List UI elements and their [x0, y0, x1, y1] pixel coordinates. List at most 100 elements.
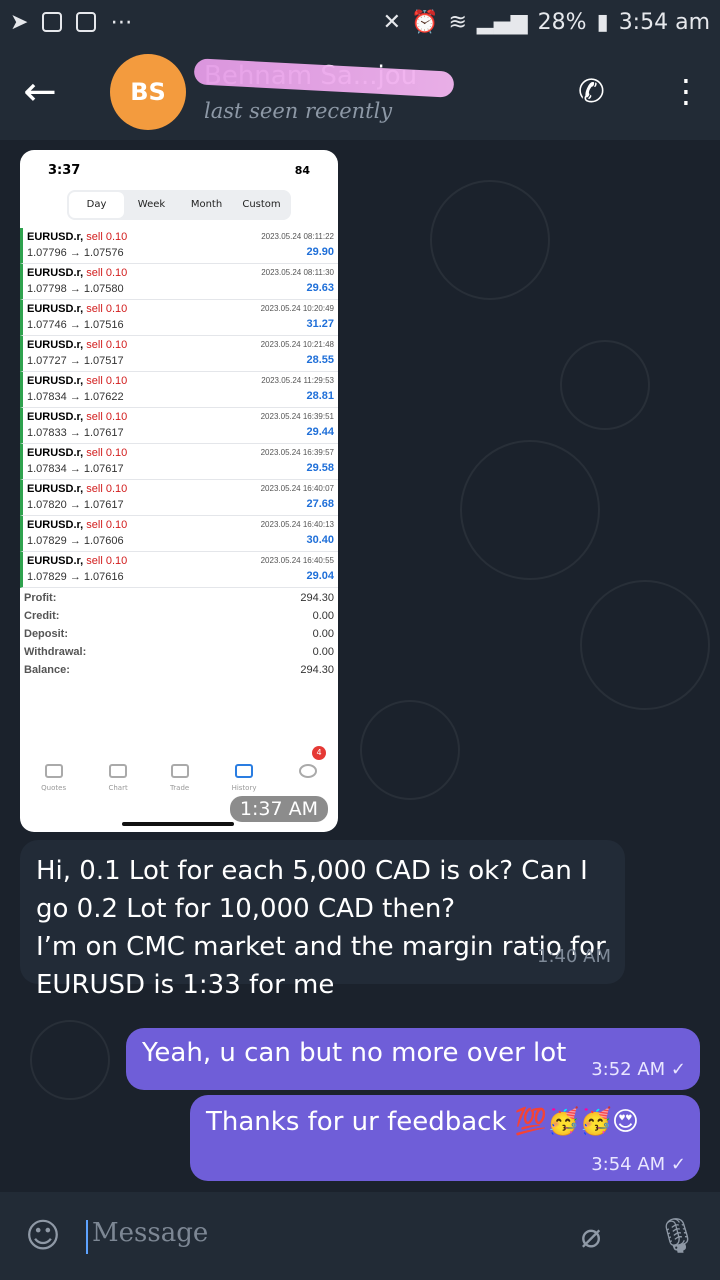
- message-input[interactable]: Message: [86, 1218, 548, 1254]
- trade-profit: 31.27: [306, 318, 334, 330]
- trade-date: 2023.05.24 11:29:53: [261, 376, 334, 385]
- trade-row: EURUSD.r, sell 0.10 1.07834 → 1.07617 2023…: [20, 444, 338, 480]
- camera-icon: [76, 12, 97, 32]
- trade-prices: 1.07833 → 1.07617: [27, 427, 124, 439]
- trade-row: EURUSD.r, sell 0.10 1.07829 → 1.07616 2023…: [20, 552, 338, 588]
- outgoing-message-text: Yeah, u can but no more over lot: [142, 1038, 567, 1068]
- account-summary: Profit: 294.30 Credit: 0.00 Deposit: 0.00 With…: [20, 588, 338, 686]
- tab-custom: Custom: [242, 199, 281, 210]
- trade-profit: 29.63: [306, 282, 334, 294]
- settings-badge: 4: [312, 746, 326, 760]
- incoming-message[interactable]: Hi, 0.1 Lot for each 5,000 CAD is ok? Ca…: [20, 840, 625, 1000]
- chat-header: ← BS Behnam Sa...jou last seen recently: [0, 44, 720, 140]
- trade-row: EURUSD.r, sell 0.10 1.07746 → 1.07516 2023…: [20, 300, 338, 336]
- trade-symbol: EURUSD.r, sell 0.10: [27, 519, 128, 531]
- telegram-icon: ➤: [10, 9, 29, 35]
- status-bar: ➤ ⋯ ✕ ⏰ ≋ ▂▄▆ 28% ▮ 3:54 am: [0, 0, 720, 44]
- summary-row: Credit: 0.00: [24, 610, 334, 622]
- trade-symbol: EURUSD.r, sell 0.10: [27, 447, 128, 459]
- trade-prices: 1.07796 → 1.07576: [27, 247, 124, 259]
- trade-symbol: EURUSD.r, sell 0.10: [27, 267, 128, 279]
- settings-tab: [298, 764, 317, 792]
- trade-symbol: EURUSD.r, sell 0.10: [27, 483, 128, 495]
- trade-prices: 1.07820 → 1.07617: [27, 499, 124, 511]
- chat-area[interactable]: 3:37 84 Day Week Month Custom EURUSD.r, …: [0, 140, 720, 1192]
- trade-symbol: EURUSD.r, sell 0.10: [27, 411, 128, 423]
- outgoing-message-time: 3:54 AM ✓: [591, 1154, 686, 1175]
- trade-prices: 1.07834 → 1.07617: [27, 463, 124, 475]
- period-tabs: Day Week Month Custom: [67, 190, 291, 220]
- summary-row: Deposit: 0.00: [24, 628, 334, 640]
- more-menu-icon[interactable]: ⋮: [670, 72, 702, 110]
- photo-timestamp: 1:37 AM: [229, 796, 328, 822]
- photo-status-time: 3:37: [48, 162, 81, 178]
- contact-name: Behnam Sa...jou: [193, 58, 534, 98]
- summary-row: Withdrawal: 0.00: [24, 646, 334, 658]
- trade-row: EURUSD.r, sell 0.10 1.07834 → 1.07622 2023…: [20, 372, 338, 408]
- trade-date: 2023.05.24 10:20:49: [260, 304, 334, 313]
- trade-row: EURUSD.r, sell 0.10 1.07798 → 1.07580 2023…: [20, 264, 338, 300]
- phone-icon[interactable]: ✆: [578, 72, 605, 110]
- avatar[interactable]: BS: [110, 54, 186, 130]
- trade-date: 2023.05.24 10:21:48: [260, 340, 334, 349]
- home-indicator: [122, 822, 234, 826]
- mute-icon: ✕: [382, 9, 402, 35]
- attach-icon[interactable]: ⌀: [548, 1216, 634, 1256]
- more-notifications-icon: ⋯: [110, 9, 133, 35]
- trade-row: EURUSD.r, sell 0.10 1.07820 → 1.07617 2023…: [20, 480, 338, 516]
- emoji-icon[interactable]: ☺: [0, 1216, 86, 1256]
- summary-row: Profit: 294.30: [24, 592, 334, 604]
- clock: 3:54 am: [618, 9, 710, 35]
- trade-date: 2023.05.24 16:39:51: [260, 412, 334, 421]
- chart-tab: Chart: [108, 764, 128, 792]
- trade-date: 2023.05.24 16:39:57: [260, 448, 334, 457]
- outgoing-message[interactable]: Yeah, u can but no more over lot 3:52 AM…: [126, 1028, 700, 1090]
- incoming-message-time: 1:40 AM: [537, 946, 611, 967]
- back-arrow-icon[interactable]: ←: [0, 44, 80, 140]
- trade-row: EURUSD.r, sell 0.10 1.07796 → 1.07576 2023…: [20, 228, 338, 264]
- trade-prices: 1.07829 → 1.07606: [27, 535, 124, 547]
- trade-date: 2023.05.24 16:40:13: [260, 520, 334, 529]
- signal-icon: ▂▄▆: [476, 9, 528, 35]
- alarm-icon: ⏰: [411, 9, 439, 35]
- trade-row: EURUSD.r, sell 0.10 1.07829 → 1.07606 2023…: [20, 516, 338, 552]
- tab-day: Day: [69, 192, 124, 218]
- trade-date: 2023.05.24 08:11:22: [261, 232, 334, 241]
- trade-prices: 1.07834 → 1.07622: [27, 391, 124, 403]
- microphone-icon[interactable]: 🎙: [634, 1216, 720, 1256]
- tab-month: Month: [190, 199, 223, 210]
- trade-symbol: EURUSD.r, sell 0.10: [27, 375, 128, 387]
- trade-profit: 27.68: [306, 498, 334, 510]
- battery-icon: ▮: [596, 9, 609, 35]
- trade-prices: 1.07798 → 1.07580: [27, 283, 124, 295]
- trade-profit: 29.58: [306, 462, 334, 474]
- trade-date: 2023.05.24 08:11:30: [261, 268, 334, 277]
- outgoing-message-time: 3:52 AM ✓: [591, 1059, 686, 1080]
- trade-profit: 30.40: [306, 534, 334, 546]
- trade-list: EURUSD.r, sell 0.10 1.07796 → 1.07576 2023…: [20, 228, 338, 588]
- trade-prices: 1.07829 → 1.07616: [27, 571, 124, 583]
- trade-profit: 29.44: [306, 426, 334, 438]
- contact-info[interactable]: Behnam Sa...jou last seen recently: [193, 58, 534, 123]
- wifi-icon: ≋: [448, 9, 467, 35]
- trade-prices: 1.07727 → 1.07517: [27, 355, 124, 367]
- last-seen-status: last seen recently: [204, 99, 393, 123]
- tab-week: Week: [137, 199, 166, 210]
- trade-symbol: EURUSD.r, sell 0.10: [27, 303, 128, 315]
- trade-row: EURUSD.r, sell 0.10 1.07833 → 1.07617 2023…: [20, 408, 338, 444]
- trade-profit: 29.04: [306, 570, 334, 582]
- trade-prices: 1.07746 → 1.07516: [27, 319, 124, 331]
- battery-percent: 28%: [537, 9, 587, 35]
- trade-row: EURUSD.r, sell 0.10 1.07727 → 1.07517 2023…: [20, 336, 338, 372]
- trade-date: 2023.05.24 16:40:07: [260, 484, 334, 493]
- incoming-message-text: Hi, 0.1 Lot for each 5,000 CAD is ok? Ca…: [36, 856, 606, 1000]
- trade-date: 2023.05.24 16:40:55: [260, 556, 334, 565]
- trade-symbol: EURUSD.r, sell 0.10: [27, 339, 128, 351]
- screenshot-image[interactable]: 3:37 84 Day Week Month Custom EURUSD.r, …: [20, 150, 338, 832]
- outgoing-message[interactable]: Thanks for ur feedback 💯🥳🥳😍 3:54 AM ✓: [190, 1095, 700, 1181]
- instagram-icon: [42, 12, 63, 32]
- trade-tab: Trade: [170, 764, 189, 792]
- trade-profit: 28.81: [306, 390, 334, 402]
- photo-battery: 84: [294, 163, 310, 177]
- trade-symbol: EURUSD.r, sell 0.10: [27, 555, 128, 567]
